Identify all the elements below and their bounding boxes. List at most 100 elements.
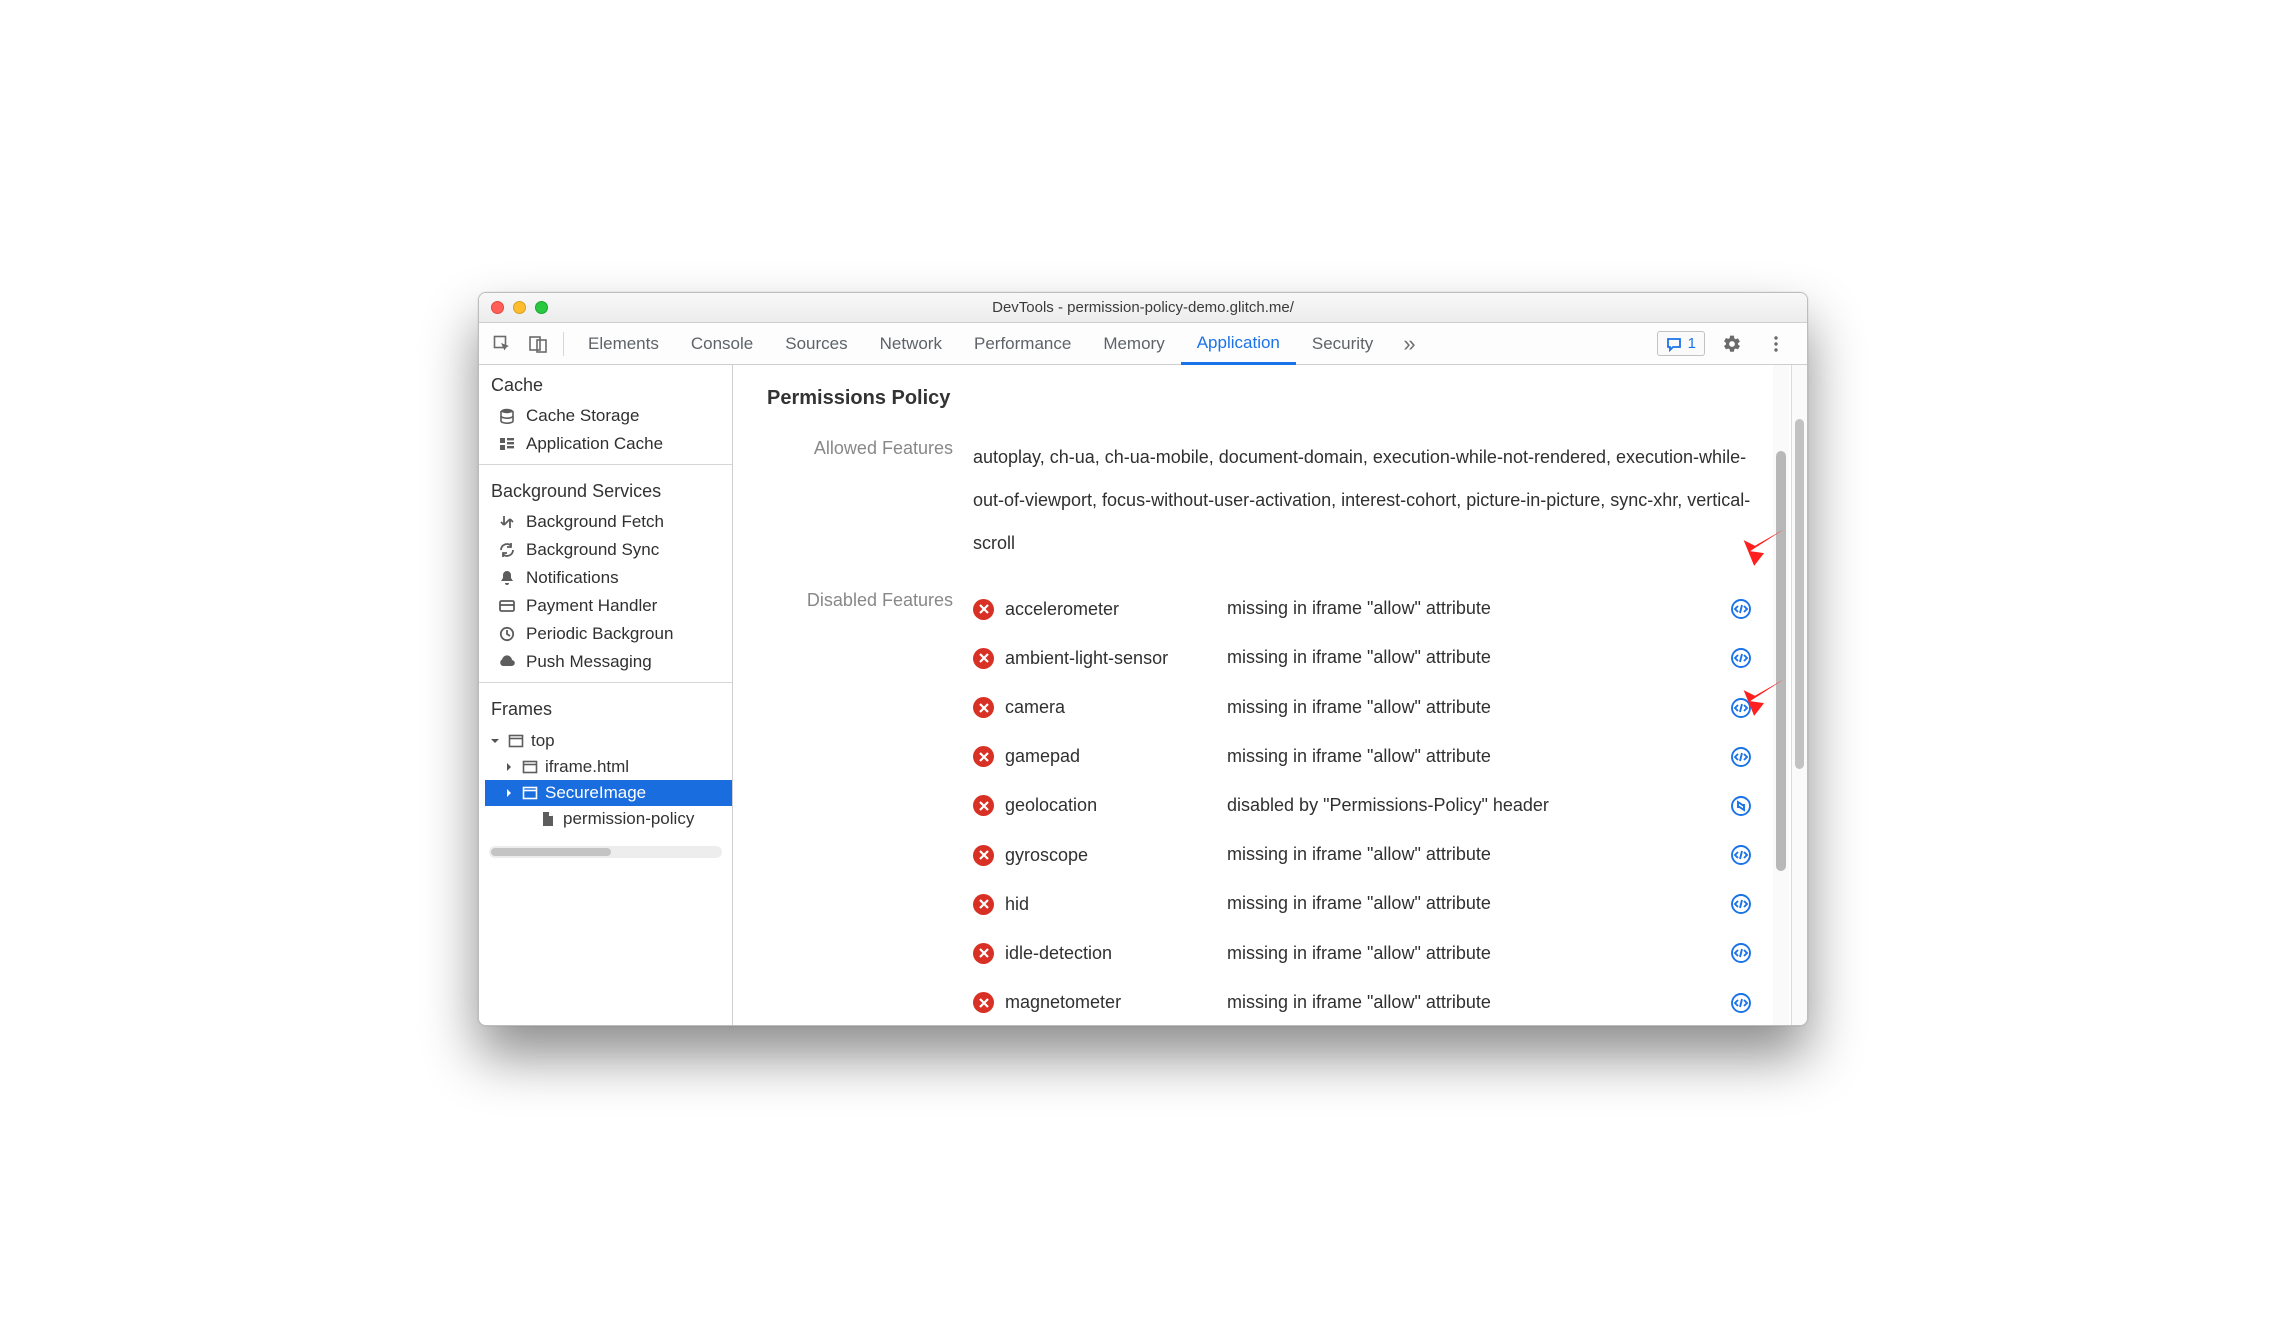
tab-application[interactable]: Application [1181, 323, 1296, 365]
sidebar-item-background-sync[interactable]: Background Sync [479, 536, 732, 564]
maximize-icon[interactable] [535, 301, 548, 314]
disabled-feature-row: gyroscopemissing in iframe "allow" attri… [973, 834, 1769, 877]
content-pane: Permissions Policy Allowed Features auto… [733, 365, 1807, 1025]
reveal-source-icon[interactable] [1729, 597, 1753, 621]
sidebar-item-push-messaging[interactable]: Push Messaging [479, 648, 732, 676]
frame-top[interactable]: top [485, 728, 732, 754]
inspect-element-icon[interactable] [485, 327, 519, 361]
feature-reason: missing in iframe "allow" attribute [1227, 694, 1723, 722]
tab-sources[interactable]: Sources [769, 323, 863, 364]
notifications-icon [497, 569, 517, 587]
close-icon[interactable] [491, 301, 504, 314]
feature-name: hid [1005, 883, 1221, 926]
reveal-source-icon[interactable] [1729, 745, 1753, 769]
tab-strip: ElementsConsoleSourcesNetworkPerformance… [572, 323, 1389, 364]
sidebar: Cache Cache StorageApplication Cache Bac… [479, 365, 733, 1025]
feature-reason: missing in iframe "allow" attribute [1227, 644, 1723, 672]
error-icon [973, 943, 994, 964]
error-icon [973, 648, 994, 669]
devtools-window: DevTools - permission-policy-demo.glitch… [478, 292, 1808, 1026]
tab-security[interactable]: Security [1296, 323, 1389, 364]
feature-name: gyroscope [1005, 834, 1221, 877]
payment-handler-icon [497, 597, 517, 615]
error-icon [973, 746, 994, 767]
disabled-feature-row: hidmissing in iframe "allow" attribute [973, 883, 1769, 926]
document-icon [539, 811, 557, 827]
more-menu-icon[interactable] [1759, 327, 1793, 361]
disabled-feature-row: accelerometermissing in iframe "allow" a… [973, 588, 1769, 631]
titlebar: DevTools - permission-policy-demo.glitch… [479, 293, 1807, 323]
feature-reason: missing in iframe "allow" attribute [1227, 989, 1723, 1017]
tab-performance[interactable]: Performance [958, 323, 1087, 364]
minimize-icon[interactable] [513, 301, 526, 314]
tab-console[interactable]: Console [675, 323, 769, 364]
push-messaging-icon [497, 653, 517, 671]
disabled-feature-row: geolocationdisabled by "Permissions-Poli… [973, 784, 1769, 827]
disabled-feature-row: magnetometermissing in iframe "allow" at… [973, 981, 1769, 1024]
frame-iframe-html[interactable]: iframe.html [485, 754, 732, 780]
error-icon [973, 795, 994, 816]
disabled-feature-row: cameramissing in iframe "allow" attribut… [973, 686, 1769, 729]
error-icon [973, 894, 994, 915]
allowed-features-value: autoplay, ch-ua, ch-ua-mobile, document-… [973, 436, 1769, 566]
device-toggle-icon[interactable] [521, 327, 555, 361]
sidebar-section-frames: Frames [479, 689, 732, 726]
feature-name: idle-detection [1005, 932, 1221, 975]
error-icon [973, 599, 994, 620]
allowed-features-label: Allowed Features [767, 436, 953, 459]
settings-icon[interactable] [1715, 327, 1749, 361]
feature-name: accelerometer [1005, 588, 1221, 631]
feature-reason: missing in iframe "allow" attribute [1227, 841, 1723, 869]
cache-storage-icon [497, 407, 517, 425]
window-scrollbar[interactable] [1791, 365, 1807, 1025]
disabled-feature-row: ambient-light-sensormissing in iframe "a… [973, 637, 1769, 680]
issues-button[interactable]: 1 [1657, 331, 1705, 356]
tab-memory[interactable]: Memory [1087, 323, 1180, 364]
background-sync-icon [497, 541, 517, 559]
sidebar-horizontal-scrollbar[interactable] [489, 846, 722, 858]
reveal-source-icon[interactable] [1729, 941, 1753, 965]
feature-name: gamepad [1005, 735, 1221, 778]
panel-title: Permissions Policy [767, 387, 1769, 410]
disabled-feature-row: idle-detectionmissing in iframe "allow" … [973, 932, 1769, 975]
application-cache-icon [497, 435, 517, 453]
feature-name: magnetometer [1005, 981, 1221, 1024]
periodic-backgroun-icon [497, 625, 517, 643]
tab-elements[interactable]: Elements [572, 323, 675, 364]
sidebar-item-cache-storage[interactable]: Cache Storage [479, 402, 732, 430]
tab-network[interactable]: Network [864, 323, 958, 364]
chat-icon [1666, 336, 1682, 352]
sidebar-item-payment-handler[interactable]: Payment Handler [479, 592, 732, 620]
annotation-arrow-icon [1735, 667, 1793, 725]
reveal-source-icon[interactable] [1729, 991, 1753, 1015]
window-icon [521, 759, 539, 775]
feature-reason: missing in iframe "allow" attribute [1227, 743, 1723, 771]
reveal-source-icon[interactable] [1729, 892, 1753, 916]
tabs-overflow-button[interactable]: » [1391, 331, 1427, 357]
disabled-features-label: Disabled Features [767, 588, 953, 611]
reveal-source-icon[interactable] [1729, 843, 1753, 867]
disabled-feature-row: gamepadmissing in iframe "allow" attribu… [973, 735, 1769, 778]
sidebar-item-notifications[interactable]: Notifications [479, 564, 732, 592]
window-title: DevTools - permission-policy-demo.glitch… [479, 299, 1807, 316]
error-icon [973, 992, 994, 1013]
feature-name: ambient-light-sensor [1005, 637, 1221, 680]
toolbar: ElementsConsoleSourcesNetworkPerformance… [479, 323, 1807, 365]
feature-name: camera [1005, 686, 1221, 729]
reveal-network-icon[interactable] [1729, 794, 1753, 818]
window-icon [507, 733, 525, 749]
error-icon [973, 845, 994, 866]
error-icon [973, 697, 994, 718]
sidebar-item-background-fetch[interactable]: Background Fetch [479, 508, 732, 536]
feature-reason: missing in iframe "allow" attribute [1227, 940, 1723, 968]
feature-reason: disabled by "Permissions-Policy" header [1227, 792, 1723, 820]
issues-count: 1 [1688, 335, 1696, 352]
feature-reason: missing in iframe "allow" attribute [1227, 595, 1723, 623]
window-icon [521, 785, 539, 801]
sidebar-item-application-cache[interactable]: Application Cache [479, 430, 732, 458]
sidebar-item-periodic-backgroun[interactable]: Periodic Backgroun [479, 620, 732, 648]
frame-permission-policy[interactable]: permission-policy [485, 806, 732, 832]
background-fetch-icon [497, 513, 517, 531]
feature-reason: missing in iframe "allow" attribute [1227, 890, 1723, 918]
frame-secureimage[interactable]: SecureImage [485, 780, 732, 806]
